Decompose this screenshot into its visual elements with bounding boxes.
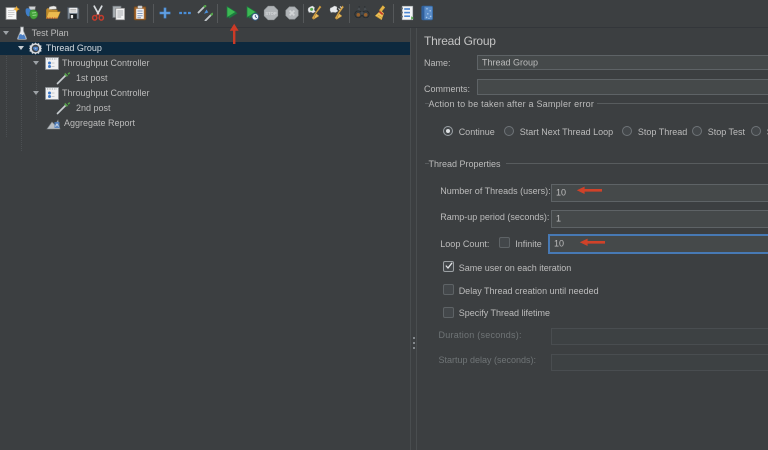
svg-text:STOP: STOP [265, 11, 277, 16]
